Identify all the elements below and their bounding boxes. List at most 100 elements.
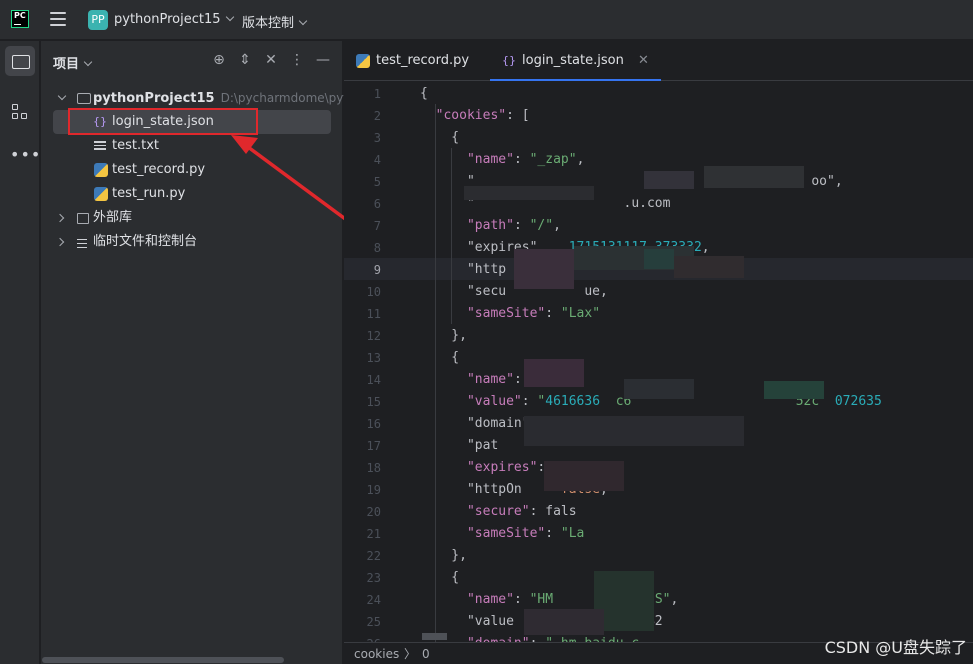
project-selector[interactable]: pythonProject15 bbox=[114, 12, 234, 27]
breadcrumb-separator: 〉 bbox=[404, 647, 417, 661]
code-line[interactable]: "sameSite": "Lax" bbox=[420, 303, 600, 325]
vcs-label: 版本控制 bbox=[242, 16, 295, 31]
line-number: 25 bbox=[366, 615, 381, 629]
json-file-icon: {} bbox=[502, 54, 516, 67]
code-line[interactable]: "pat bbox=[420, 435, 498, 457]
line-number: 20 bbox=[366, 505, 381, 519]
code-line[interactable]: "sameSite": "La bbox=[420, 523, 584, 545]
code-line[interactable]: "http bbox=[420, 259, 506, 281]
code-line[interactable]: { bbox=[420, 83, 428, 105]
chevron-down-icon bbox=[225, 12, 234, 22]
chevron-right-icon[interactable] bbox=[55, 237, 65, 247]
close-icon[interactable]: ✕ bbox=[638, 53, 649, 68]
editor-tabs: test_record.py {} login_state.json ✕ bbox=[344, 41, 973, 81]
redaction-smudge bbox=[624, 379, 694, 399]
line-number: 10 bbox=[366, 285, 381, 299]
redaction-smudge bbox=[644, 249, 674, 269]
tree-item-label: 临时文件和控制台 bbox=[93, 234, 198, 249]
code-line[interactable]: "expires": bbox=[420, 457, 545, 479]
code-line[interactable]: "cookies": [ bbox=[420, 105, 530, 127]
panel-toolbar: ⊕ ⇕ ✕ ⋮ — bbox=[212, 52, 330, 68]
line-number: 15 bbox=[366, 395, 381, 409]
redaction-smudge bbox=[524, 359, 584, 387]
code-line[interactable]: { bbox=[420, 347, 459, 369]
code-line[interactable]: { bbox=[420, 127, 459, 149]
line-number: 3 bbox=[373, 131, 381, 145]
library-icon bbox=[77, 213, 89, 224]
project-name: pythonProject15 bbox=[114, 12, 221, 27]
redaction-smudge bbox=[544, 461, 624, 491]
structure-icon[interactable] bbox=[12, 104, 28, 120]
line-number: 9 bbox=[373, 263, 381, 277]
line-number: 8 bbox=[373, 241, 381, 255]
line-number: 11 bbox=[366, 307, 381, 321]
line-number: 12 bbox=[366, 329, 381, 343]
chevron-down-icon[interactable] bbox=[57, 91, 67, 101]
line-number: 17 bbox=[366, 439, 381, 453]
python-file-icon bbox=[94, 187, 108, 201]
line-number: 19 bbox=[366, 483, 381, 497]
pycharm-logo: PC bbox=[11, 10, 29, 28]
more-tools-icon[interactable]: ••• bbox=[10, 145, 41, 164]
line-number: 16 bbox=[366, 417, 381, 431]
project-badge[interactable]: PP bbox=[88, 10, 108, 30]
redaction-smudge bbox=[524, 416, 744, 446]
project-panel-title[interactable]: 项目 bbox=[53, 53, 93, 72]
line-number: 23 bbox=[366, 571, 381, 585]
options-icon[interactable]: ⋮ bbox=[290, 52, 304, 68]
code-line[interactable]: }, bbox=[420, 325, 467, 347]
line-number: 18 bbox=[366, 461, 381, 475]
main-menu-button[interactable] bbox=[50, 12, 66, 26]
tree-item-label: 外部库 bbox=[93, 210, 133, 225]
hide-icon[interactable]: — bbox=[316, 52, 330, 68]
chevron-down-icon bbox=[298, 16, 308, 26]
tree-item-label: test_run.py bbox=[112, 186, 186, 201]
tab-label: test_record.py bbox=[376, 53, 470, 68]
code-line[interactable]: "domain" bbox=[420, 413, 530, 435]
expand-all-icon[interactable]: ⇕ bbox=[238, 52, 252, 68]
code-area[interactable]: { "cookies": [ { "name": "_zap", " "- oo… bbox=[420, 82, 973, 642]
locate-icon[interactable]: ⊕ bbox=[212, 52, 226, 68]
line-number: 26 bbox=[344, 633, 381, 642]
watermark: CSDN @U盘失踪了 bbox=[824, 638, 967, 657]
redaction-smudge bbox=[464, 186, 594, 200]
code-line[interactable]: "path": "/", bbox=[420, 215, 561, 237]
line-number: 24 bbox=[366, 593, 381, 607]
vcs-menu[interactable]: 版本控制 bbox=[242, 12, 308, 31]
panel-title-text: 项目 bbox=[53, 57, 80, 72]
tab-test-record-py[interactable]: test_record.py bbox=[344, 41, 469, 81]
redaction-smudge bbox=[764, 381, 824, 399]
code-line[interactable]: }, bbox=[420, 545, 467, 567]
code-scroll-thumb[interactable] bbox=[422, 633, 447, 640]
breadcrumb-index[interactable]: 0 bbox=[422, 643, 430, 664]
line-number: 4 bbox=[373, 153, 381, 167]
line-number: 13 bbox=[366, 351, 381, 365]
redaction-smudge bbox=[704, 166, 804, 188]
line-number: 1 bbox=[373, 87, 381, 101]
line-number: 22 bbox=[366, 549, 381, 563]
tab-login-state-json[interactable]: {} login_state.json ✕ bbox=[490, 41, 661, 81]
python-file-icon bbox=[356, 54, 370, 68]
text-file-icon bbox=[94, 139, 108, 153]
redaction-smudge bbox=[514, 249, 574, 289]
breadcrumb-cookies[interactable]: cookies bbox=[354, 643, 399, 664]
redaction-smudge bbox=[674, 256, 744, 278]
collapse-all-icon[interactable]: ✕ bbox=[264, 52, 278, 68]
code-line[interactable]: "secure": fals bbox=[420, 501, 577, 523]
tree-item-project-root[interactable]: pythonProject15 D:\pycharmdome\python bbox=[41, 86, 371, 110]
line-number: 7 bbox=[373, 219, 381, 233]
redaction-smudge bbox=[644, 171, 694, 189]
tool-window-strip: ••• bbox=[0, 41, 40, 664]
python-file-icon bbox=[94, 163, 108, 177]
chevron-down-icon bbox=[83, 57, 93, 67]
tree-item-label: test_record.py bbox=[112, 162, 206, 177]
chevron-right-icon[interactable] bbox=[55, 213, 65, 223]
tab-label: login_state.json bbox=[522, 53, 624, 68]
code-line[interactable]: "name": "_zap", bbox=[420, 149, 584, 171]
code-line[interactable]: { bbox=[420, 567, 459, 589]
line-number: 6 bbox=[373, 197, 381, 211]
project-tool-folder-icon[interactable] bbox=[5, 46, 35, 76]
editor: test_record.py {} login_state.json ✕ 123… bbox=[344, 41, 973, 664]
redaction-smudge bbox=[524, 609, 604, 635]
horizontal-scrollbar[interactable] bbox=[42, 657, 284, 663]
